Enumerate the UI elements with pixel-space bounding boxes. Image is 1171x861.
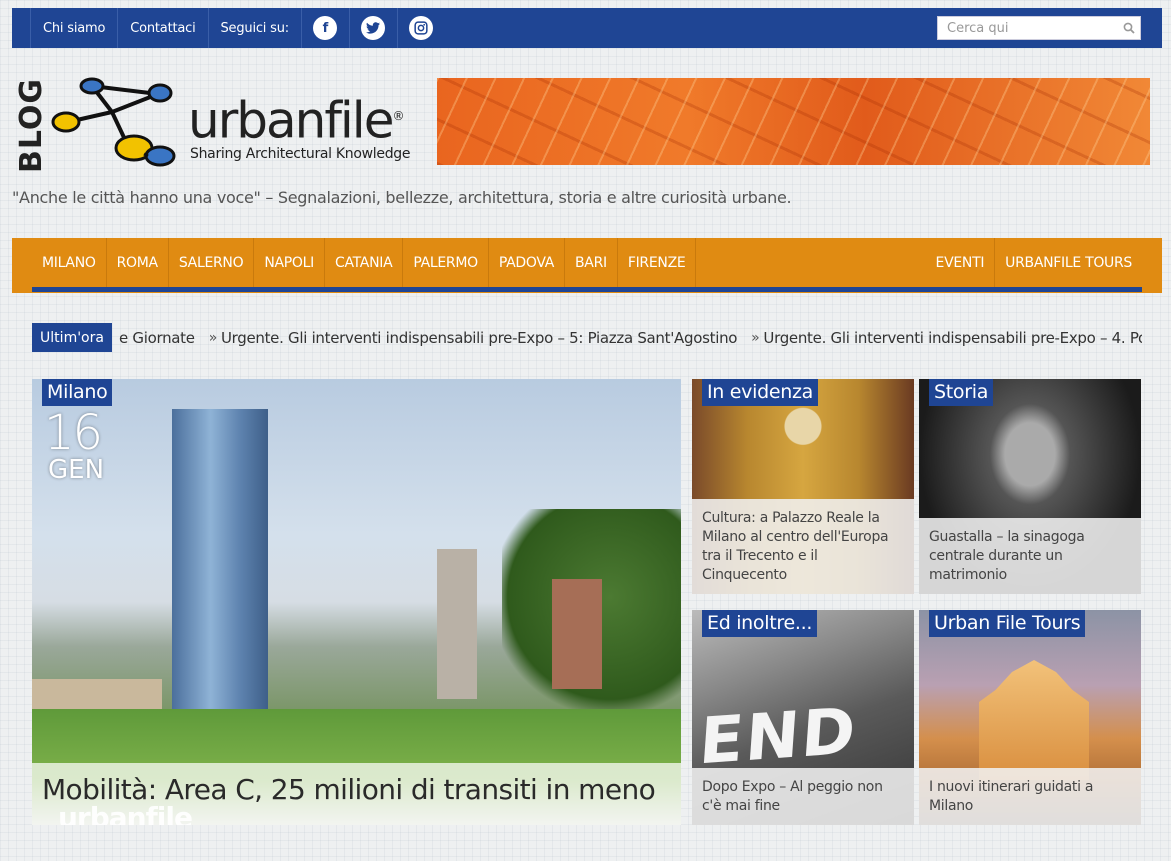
card-in-evidenza[interactable]: In evidenza Cultura: a Palazzo Reale la … xyxy=(692,379,914,594)
search-box xyxy=(937,16,1141,40)
nav-napoli[interactable]: NAPOLI xyxy=(253,238,324,287)
card-image-duomo xyxy=(979,660,1089,780)
nav-bari[interactable]: BARI xyxy=(564,238,617,287)
featured-article[interactable]: Milano 16 GEN urbanfile Mobilità: Area C… xyxy=(32,379,681,825)
header-banner[interactable] xyxy=(437,78,1150,165)
social-twitter[interactable] xyxy=(348,8,397,48)
blog-label: BLOG xyxy=(14,77,50,174)
feature-photo-building xyxy=(552,579,602,689)
feature-date-month: GEN xyxy=(48,455,105,485)
ticker-item[interactable]: Urgente. Gli interventi indispensabili p… xyxy=(763,329,1142,347)
site-logo[interactable]: BLOG urbanfile® Sharing Architectural Kn… xyxy=(12,76,430,173)
nav-roma[interactable]: ROMA xyxy=(105,238,168,287)
social-facebook[interactable]: f xyxy=(300,8,349,48)
feature-caption: urbanfile Mobilità: Area C, 25 milioni d… xyxy=(32,763,681,825)
ticker-label: Ultim'ora xyxy=(32,323,112,352)
brand-name: urbanfile® xyxy=(188,88,404,150)
card-caption[interactable]: Guastalla – la sinagoga centrale durante… xyxy=(919,518,1141,594)
nav-contattaci[interactable]: Contattaci xyxy=(117,8,207,48)
ticker-item[interactable]: e Giornate xyxy=(119,329,195,347)
double-chevron-right-icon: » xyxy=(208,330,218,346)
instagram-icon xyxy=(409,16,434,40)
nav-underline xyxy=(32,287,1142,292)
card-ed-inoltre[interactable]: END Ed inoltre... Dopo Expo – Al peggio … xyxy=(692,610,914,825)
card-image-end-text: END xyxy=(696,694,860,780)
site-tagline: "Anche le città hanno una voce" – Segnal… xyxy=(12,188,792,207)
nav-milano[interactable]: MILANO xyxy=(32,238,106,287)
nav-padova[interactable]: PADOVA xyxy=(487,238,564,287)
molecule-icon xyxy=(51,77,176,167)
ticker-item[interactable]: Urgente. Gli interventi indispensabili p… xyxy=(221,329,738,347)
card-category[interactable]: Urban File Tours xyxy=(929,610,1086,637)
main-nav-inner: MILANO ROMA SALERNO NAPOLI CATANIA PALER… xyxy=(32,238,1142,287)
facebook-icon: f xyxy=(313,16,338,40)
feature-date-day: 16 xyxy=(44,405,103,461)
nav-urbanfile-tours[interactable]: URBANFILE TOURS xyxy=(994,238,1142,287)
double-chevron-right-icon: » xyxy=(751,330,760,346)
nav-eventi[interactable]: EVENTI xyxy=(926,238,995,287)
nav-catania[interactable]: CATANIA xyxy=(323,238,402,287)
feature-title[interactable]: Mobilità: Area C, 25 milioni di transiti… xyxy=(42,773,656,806)
card-category[interactable]: Storia xyxy=(929,379,994,406)
nav-spacer xyxy=(695,238,925,287)
card-urban-file-tours[interactable]: Urban File Tours I nuovi itinerari guida… xyxy=(919,610,1141,825)
nav-firenze[interactable]: FIRENZE xyxy=(616,238,696,287)
card-category[interactable]: Ed inoltre... xyxy=(702,610,818,637)
top-bar: Chi siamo Contattaci Seguici su: f xyxy=(12,8,1162,48)
nav-palermo[interactable]: PALERMO xyxy=(402,238,488,287)
card-caption[interactable]: Dopo Expo – Al peggio non c'è mai fine xyxy=(692,768,914,825)
card-caption[interactable]: Cultura: a Palazzo Reale la Milano al ce… xyxy=(692,499,914,594)
search-input[interactable] xyxy=(938,17,1117,39)
card-category[interactable]: In evidenza xyxy=(702,379,819,406)
brand-subtitle: Sharing Architectural Knowledge xyxy=(190,146,411,162)
seguici-label: Seguici su: xyxy=(207,8,301,48)
feature-photo-building xyxy=(437,549,477,699)
ticker-track: e Giornate » Urgente. Gli interventi ind… xyxy=(119,323,1142,353)
twitter-icon xyxy=(361,16,386,40)
card-caption[interactable]: I nuovi itinerari guidati a Milano xyxy=(919,768,1141,825)
feature-category[interactable]: Milano xyxy=(42,379,113,406)
main-nav: MILANO ROMA SALERNO NAPOLI CATANIA PALER… xyxy=(12,238,1162,293)
nav-salerno[interactable]: SALERNO xyxy=(167,238,254,287)
registered-mark: ® xyxy=(392,109,404,123)
social-instagram[interactable] xyxy=(396,8,445,48)
news-ticker: Ultim'ora e Giornate » Urgente. Gli inte… xyxy=(32,323,1142,353)
brand-name-text: urbanfile xyxy=(188,91,394,150)
nav-chi-siamo[interactable]: Chi siamo xyxy=(30,8,117,48)
search-icon[interactable] xyxy=(1117,17,1140,39)
card-storia[interactable]: Storia Guastalla – la sinagoga centrale … xyxy=(919,379,1141,594)
